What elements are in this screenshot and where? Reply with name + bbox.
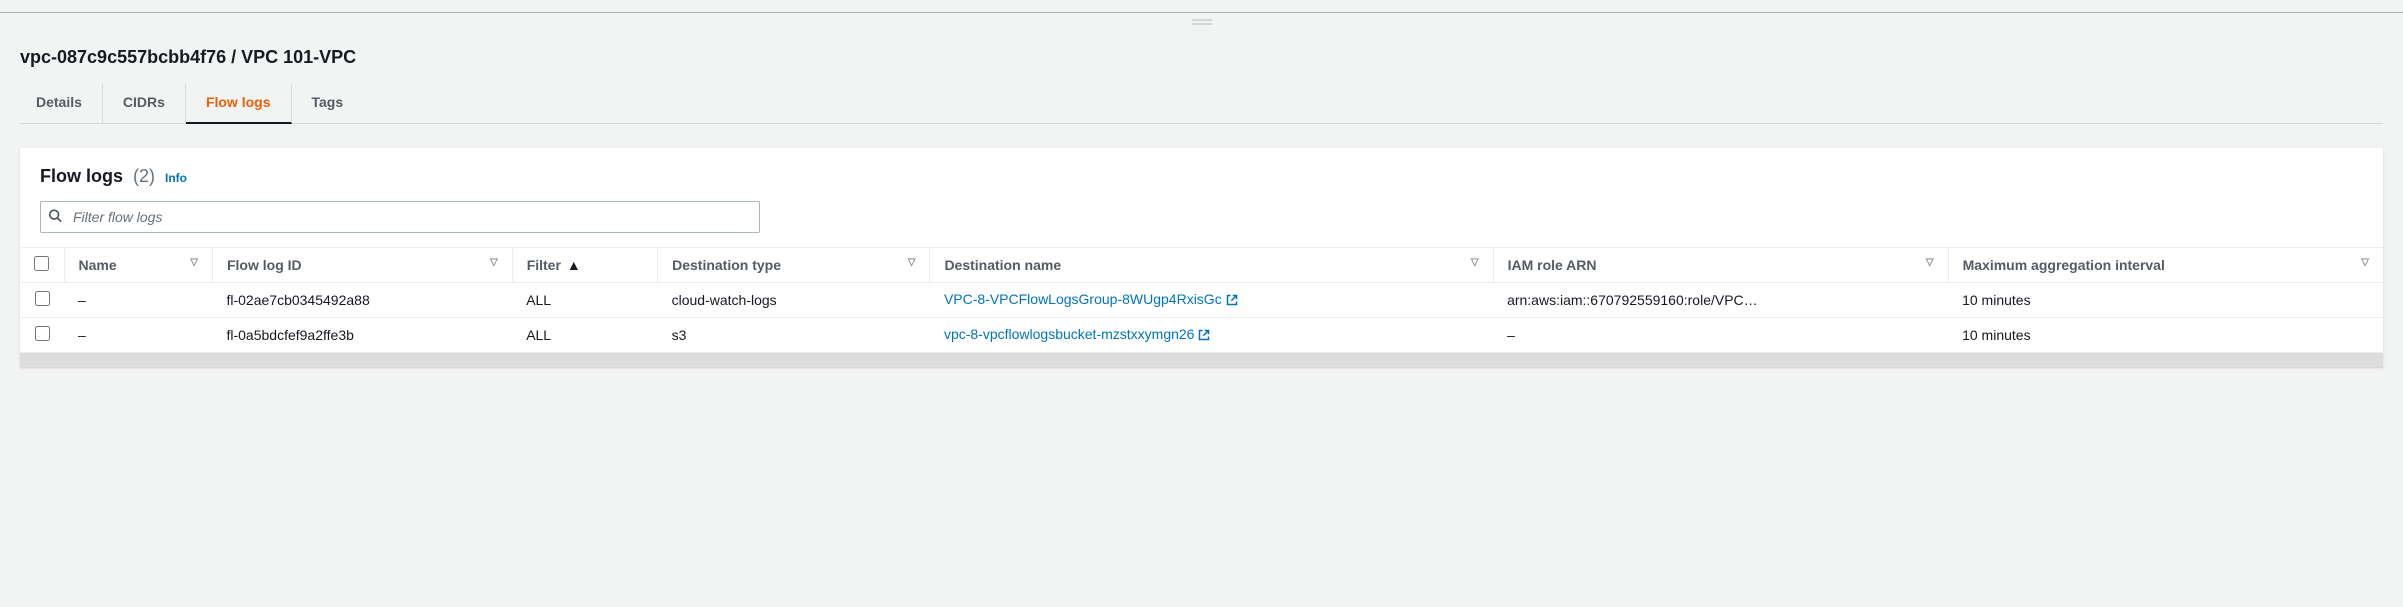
row-select-cell xyxy=(20,283,64,318)
cell-flow-log-id: fl-0a5bdcfef9a2ffe3b xyxy=(212,318,512,353)
external-link-icon xyxy=(1198,328,1210,344)
sort-asc-icon: ▲ xyxy=(567,257,581,273)
column-filter-icon[interactable]: ▽ xyxy=(908,257,916,268)
table-scroll[interactable]: Name ▽ Flow log ID ▽ Filter ▲ Destination type… xyxy=(20,247,2383,353)
column-label: IAM role ARN xyxy=(1508,257,1597,273)
cell-filter: ALL xyxy=(512,283,657,318)
column-header-destination-name[interactable]: Destination name ▽ xyxy=(930,248,1493,283)
flow-logs-panel: Flow logs (2) Info xyxy=(20,148,2383,367)
cell-iam-role: – xyxy=(1493,318,1948,353)
table-row: – fl-0a5bdcfef9a2ffe3b ALL s3 vpc-8-vpcflowl… xyxy=(20,318,2383,353)
column-filter-icon[interactable]: ▽ xyxy=(2361,257,2369,268)
cell-iam-role: arn:aws:iam::670792559160:role/VPC… xyxy=(1493,283,1948,318)
column-label: Name xyxy=(79,257,117,273)
destination-link[interactable]: VPC-8-VPCFlowLogsGroup-8WUgp4RxisGc xyxy=(944,291,1222,307)
tab-cidrs[interactable]: CIDRs xyxy=(103,84,186,123)
column-filter-icon[interactable]: ▽ xyxy=(190,257,198,268)
select-all-header xyxy=(20,248,64,283)
cell-text: ALL xyxy=(526,292,551,308)
row-checkbox[interactable] xyxy=(35,326,50,341)
cell-max-agg: 10 minutes xyxy=(1948,283,2383,318)
page-title: vpc-087c9c557bcbb4f76 / VPC 101-VPC xyxy=(20,27,2383,84)
column-header-maximum-aggregation-interval[interactable]: Maximum aggregation interval ▽ xyxy=(1948,248,2383,283)
column-header-name[interactable]: Name ▽ xyxy=(64,248,212,283)
cell-text: 10 minutes xyxy=(1962,327,2030,343)
tab-flow-logs[interactable]: Flow logs xyxy=(186,84,292,124)
select-all-checkbox[interactable] xyxy=(34,256,49,271)
cell-name: – xyxy=(64,283,212,318)
drag-handle-icon xyxy=(1192,19,1212,25)
tab-tags[interactable]: Tags xyxy=(292,84,364,123)
column-label: Destination type xyxy=(672,257,781,273)
row-select-cell xyxy=(20,318,64,353)
column-header-flow-log-id[interactable]: Flow log ID ▽ xyxy=(212,248,512,283)
cell-text: – xyxy=(78,292,86,308)
cell-text: s3 xyxy=(672,327,687,343)
panel-title: Flow logs xyxy=(40,166,123,187)
column-header-filter[interactable]: Filter ▲ xyxy=(512,248,657,283)
column-filter-icon[interactable]: ▽ xyxy=(490,257,498,268)
cell-text: – xyxy=(78,327,86,343)
cell-text: – xyxy=(1507,327,1515,343)
cell-dest-type: s3 xyxy=(658,318,930,353)
cell-text: 10 minutes xyxy=(1962,292,2030,308)
cell-text: fl-0a5bdcfef9a2ffe3b xyxy=(226,327,353,343)
cell-text: ALL xyxy=(526,327,551,343)
column-label: Filter xyxy=(527,257,561,273)
panel-count: (2) xyxy=(133,166,155,187)
table-row: – fl-02ae7cb0345492a88 ALL cloud-watch-logs… xyxy=(20,283,2383,318)
column-filter-icon[interactable]: ▽ xyxy=(1471,257,1479,268)
cell-dest-name: VPC-8-VPCFlowLogsGroup-8WUgp4RxisGc xyxy=(930,283,1493,318)
cell-text: fl-02ae7cb0345492a88 xyxy=(226,292,369,308)
cell-text: cloud-watch-logs xyxy=(672,292,777,308)
search-input[interactable] xyxy=(40,201,760,233)
column-label: Flow log ID xyxy=(227,257,302,273)
cell-max-agg: 10 minutes xyxy=(1948,318,2383,353)
destination-link[interactable]: vpc-8-vpcflowlogsbucket-mzstxxymgn26 xyxy=(944,326,1195,342)
tab-details[interactable]: Details xyxy=(20,84,103,123)
cell-dest-name: vpc-8-vpcflowlogsbucket-mzstxxymgn26 xyxy=(930,318,1493,353)
cell-dest-type: cloud-watch-logs xyxy=(658,283,930,318)
column-label: Destination name xyxy=(944,257,1061,273)
cell-filter: ALL xyxy=(512,318,657,353)
row-checkbox[interactable] xyxy=(35,291,50,306)
column-label: Maximum aggregation interval xyxy=(1963,257,2165,273)
cell-flow-log-id: fl-02ae7cb0345492a88 xyxy=(212,283,512,318)
column-header-iam-role-arn[interactable]: IAM role ARN ▽ xyxy=(1493,248,1948,283)
horizontal-scrollbar[interactable] xyxy=(20,353,2383,367)
external-link-icon xyxy=(1226,293,1238,309)
tabs: DetailsCIDRsFlow logsTags xyxy=(20,84,2383,124)
drag-handle[interactable] xyxy=(0,13,2403,27)
cell-name: – xyxy=(64,318,212,353)
column-header-destination-type[interactable]: Destination type ▽ xyxy=(658,248,930,283)
column-filter-icon[interactable]: ▽ xyxy=(1926,257,1934,268)
flow-logs-table: Name ▽ Flow log ID ▽ Filter ▲ Destination type… xyxy=(20,248,2383,353)
cell-text: arn:aws:iam::670792559160:role/VPC… xyxy=(1507,292,1758,308)
search-icon xyxy=(48,209,62,226)
info-link[interactable]: Info xyxy=(165,171,187,185)
